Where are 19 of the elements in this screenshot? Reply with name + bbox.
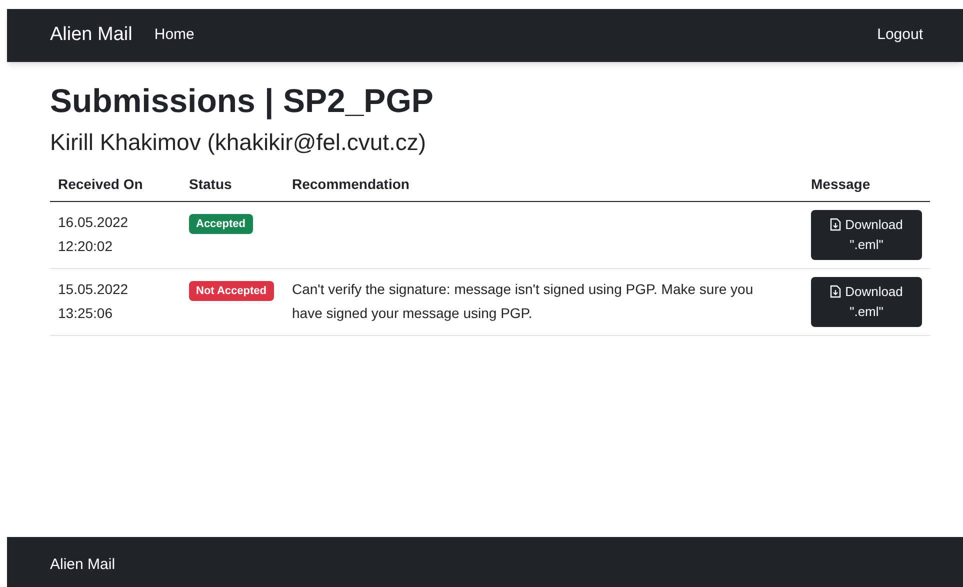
table-cell: 15.05.2022 13:25:06 xyxy=(50,268,181,336)
column-header: Received On xyxy=(50,168,181,202)
status-badge: Not Accepted xyxy=(189,280,274,302)
column-header: Message xyxy=(803,168,930,202)
brand-link[interactable]: Alien Mail xyxy=(50,21,132,50)
file-download-icon xyxy=(830,218,842,232)
nav-link[interactable]: Home xyxy=(154,24,194,47)
table-cell: 16.05.2022 12:20:02 xyxy=(50,201,181,268)
page-title: Submissions | SP2_PGP xyxy=(50,81,434,122)
download-button[interactable]: Download ".eml" xyxy=(811,210,922,260)
page-subtitle: Kirill Khakimov (khakikir@fel.cvut.cz) xyxy=(50,128,428,158)
file-download-icon xyxy=(830,285,842,298)
download-button[interactable]: Download ".eml" xyxy=(811,276,922,327)
footer-brand: Alien Mail xyxy=(50,554,116,575)
column-header: Status xyxy=(181,168,284,202)
logout-link[interactable]: Logout xyxy=(877,24,923,47)
status-badge: Accepted xyxy=(189,214,253,234)
column-header: Recommendation xyxy=(284,168,803,202)
recommendation-text: Can't verify the signature: message isn't signed using PGP. Make sure you have signed your message using PGP. xyxy=(292,280,754,321)
